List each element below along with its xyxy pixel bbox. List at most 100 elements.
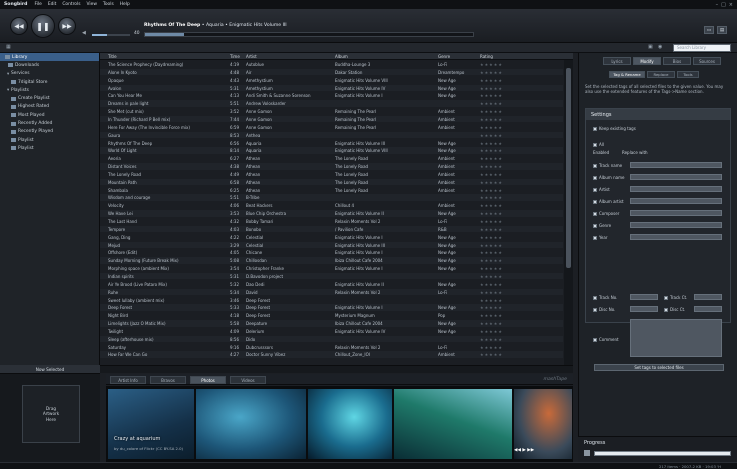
rating-stars-icon[interactable]: ★★★★★ bbox=[480, 78, 503, 83]
rating-stars-icon[interactable]: ★★★★★ bbox=[480, 298, 503, 303]
table-row[interactable]: Air Ye Brood (Live Pataro Mix) 5:32 Dao De… bbox=[100, 281, 563, 288]
table-row[interactable]: Saturday 9:16 Dubcrusssors Relaxin Moments … bbox=[100, 344, 563, 351]
rating-stars-icon[interactable]: ★★★★★ bbox=[480, 227, 503, 232]
rating-stars-icon[interactable]: ★★★★★ bbox=[480, 141, 503, 146]
menu-file[interactable]: File bbox=[31, 2, 44, 7]
track-ct-checkbox[interactable] bbox=[664, 296, 668, 300]
table-row[interactable]: Morphing space (ambient Mix) 3:54 Christop… bbox=[100, 265, 563, 272]
sidebar-item-6[interactable]: Highest Rated bbox=[0, 103, 99, 111]
subtab-tools[interactable]: Tools bbox=[677, 71, 699, 78]
rating-stars-icon[interactable]: ★★★★★ bbox=[480, 313, 503, 318]
sidebar-item-5[interactable]: Create Playlist bbox=[0, 94, 99, 102]
rating-stars-icon[interactable]: ★★★★★ bbox=[480, 352, 503, 357]
tab-bravos[interactable]: Bravos bbox=[150, 376, 186, 384]
tab-lyrics[interactable]: Lyrics bbox=[603, 57, 631, 65]
table-row[interactable]: Deep Forest 5:33 Deep Forest Enigmatic Hits… bbox=[100, 304, 563, 311]
photo-2[interactable] bbox=[196, 389, 306, 459]
tag-field-option[interactable]: Year bbox=[593, 235, 607, 240]
rating-stars-icon[interactable]: ★★★★★ bbox=[480, 188, 503, 193]
table-row[interactable]: Offshore (Edit) 4:05 Chicane Enigmatic Hits… bbox=[100, 249, 563, 256]
rating-stars-icon[interactable]: ★★★★★ bbox=[480, 203, 503, 208]
minimize-icon[interactable]: – bbox=[716, 2, 719, 8]
disc-no-option[interactable]: Disc No. bbox=[593, 307, 615, 312]
photo-4[interactable] bbox=[394, 389, 512, 459]
rating-stars-icon[interactable]: ★★★★★ bbox=[480, 70, 503, 75]
col-album[interactable]: Album bbox=[335, 54, 348, 59]
slideshow-controls[interactable]: ◀◀ ▶ ▶▶ bbox=[514, 448, 534, 453]
col-rating[interactable]: Rating bbox=[480, 54, 493, 59]
rating-stars-icon[interactable]: ★★★★★ bbox=[480, 93, 503, 98]
keep-existing-option[interactable]: Keep existing tags bbox=[593, 126, 636, 131]
table-row[interactable]: Mejud 3:29 Celestial Enigmatic Hits Volume … bbox=[100, 241, 563, 249]
rating-stars-icon[interactable]: ★★★★★ bbox=[480, 125, 503, 130]
rating-stars-icon[interactable]: ★★★★★ bbox=[480, 172, 503, 177]
disc-ct-checkbox[interactable] bbox=[664, 308, 668, 312]
tag-field-input[interactable] bbox=[630, 162, 722, 168]
tab-videos[interactable]: Videos bbox=[230, 376, 266, 384]
tag-field-checkbox[interactable] bbox=[593, 188, 597, 192]
rating-stars-icon[interactable]: ★★★★★ bbox=[480, 195, 503, 200]
rating-stars-icon[interactable]: ★★★★★ bbox=[480, 109, 503, 114]
table-row[interactable]: Sunday Morning (Future Break Mix) 5:08 Chi… bbox=[100, 257, 563, 264]
table-row[interactable]: Indian spirits 5:31 D.Bavodon project ★★★★★ bbox=[100, 272, 563, 280]
rating-stars-icon[interactable]: ★★★★★ bbox=[480, 274, 503, 279]
table-row[interactable]: Limelights (Jazz O Matic Mix) 5:58 Deepatu… bbox=[100, 320, 563, 327]
table-row[interactable]: Mountain Path 6:58 Athean The Lonely Road Am… bbox=[100, 178, 563, 186]
table-row[interactable]: Ruhe 5:34 David Relaxin Moments Vol 2 Lo-Fi ★… bbox=[100, 288, 563, 296]
col-genre[interactable]: Genre bbox=[438, 54, 450, 59]
menu-view[interactable]: View bbox=[84, 2, 100, 7]
table-row[interactable]: Sweet lullaby (ambient mix) 3:46 Deep Fore… bbox=[100, 297, 563, 304]
table-row[interactable]: The Last Hand 4:32 Bobby Tamari Relaxin Mom… bbox=[100, 218, 563, 225]
sidebar-group-4[interactable]: ▾ Playlists bbox=[0, 86, 99, 94]
comment-checkbox[interactable] bbox=[593, 338, 597, 342]
table-row[interactable]: Twilight 4:09 Delerium Enigmatic Hits Volum… bbox=[100, 328, 563, 335]
rating-stars-icon[interactable]: ★★★★★ bbox=[480, 101, 503, 106]
rating-stars-icon[interactable]: ★★★★★ bbox=[480, 148, 503, 153]
rating-stars-icon[interactable]: ★★★★★ bbox=[480, 258, 503, 263]
scrollbar-thumb[interactable] bbox=[566, 68, 571, 268]
col-artist[interactable]: Artist bbox=[246, 54, 257, 59]
tag-field-checkbox[interactable] bbox=[593, 176, 597, 180]
rating-stars-icon[interactable]: ★★★★★ bbox=[480, 235, 503, 240]
volume-slider[interactable] bbox=[92, 34, 130, 36]
tag-field-checkbox[interactable] bbox=[593, 236, 597, 240]
rating-stars-icon[interactable]: ★★★★★ bbox=[480, 290, 503, 295]
tag-field-checkbox[interactable] bbox=[593, 224, 597, 228]
tag-field-option[interactable]: Track name bbox=[593, 163, 622, 168]
view-mode-icon[interactable]: ▤ bbox=[717, 26, 727, 34]
col-time[interactable]: Time bbox=[230, 54, 240, 59]
table-row[interactable]: Dreams in pale light 5:51 Andrew Voloskard… bbox=[100, 100, 563, 107]
tag-field-option[interactable]: Album artist bbox=[593, 199, 624, 204]
table-row[interactable]: Night Bird 4:18 Deep Forest Mysterium Magnu… bbox=[100, 312, 563, 319]
tag-field-input[interactable] bbox=[630, 234, 722, 240]
rating-stars-icon[interactable]: ★★★★★ bbox=[480, 329, 503, 334]
rating-stars-icon[interactable]: ★★★★★ bbox=[480, 117, 503, 122]
table-row[interactable]: The Science Prophecy (Daydreaming) 4:19 Au… bbox=[100, 61, 563, 68]
rating-stars-icon[interactable]: ★★★★★ bbox=[480, 62, 503, 67]
disc-ct-input[interactable] bbox=[694, 306, 722, 312]
tag-field-input[interactable] bbox=[630, 198, 722, 204]
tab-modify[interactable]: Modify bbox=[633, 57, 661, 65]
miniplayer-icon[interactable]: ▭ bbox=[704, 26, 714, 34]
disc-no-checkbox[interactable] bbox=[593, 308, 597, 312]
subtab-tag-rename[interactable]: Tag & Rename bbox=[609, 71, 645, 78]
tag-field-input[interactable] bbox=[630, 174, 722, 180]
sidebar-item-3[interactable]: 7digital Store bbox=[0, 78, 99, 86]
table-row[interactable]: Tempore 4:03 Bonobo / Pavilion Cafe R&B ★★★★★ bbox=[100, 225, 563, 233]
menu-controls[interactable]: Controls bbox=[59, 2, 83, 7]
store-icon[interactable]: ◉ bbox=[658, 44, 662, 50]
table-row[interactable]: World Of Light 8:14 Aquaria Enigmatic Hits … bbox=[100, 147, 563, 154]
sidebar-item-10[interactable]: Playlist bbox=[0, 136, 99, 144]
disc-no-input[interactable] bbox=[630, 306, 658, 312]
table-row[interactable]: Gaura 8:53 Anthea ★★★★★ bbox=[100, 131, 563, 139]
rating-stars-icon[interactable]: ★★★★★ bbox=[480, 164, 503, 169]
vertical-scrollbar[interactable] bbox=[564, 60, 573, 365]
track-ct-input[interactable] bbox=[694, 294, 722, 300]
table-row[interactable]: Distant Voices 4:38 Athean The Lonely Road A… bbox=[100, 163, 563, 170]
table-row[interactable]: In Thunder (Richard P Bell mix) 7:44 Anne … bbox=[100, 115, 563, 123]
rating-stars-icon[interactable]: ★★★★★ bbox=[480, 133, 503, 138]
comment-textarea[interactable] bbox=[630, 319, 722, 357]
sidebar-item-7[interactable]: Most Played bbox=[0, 111, 99, 119]
rating-stars-icon[interactable]: ★★★★★ bbox=[480, 337, 503, 342]
tab-sources[interactable]: Sources bbox=[693, 57, 721, 65]
